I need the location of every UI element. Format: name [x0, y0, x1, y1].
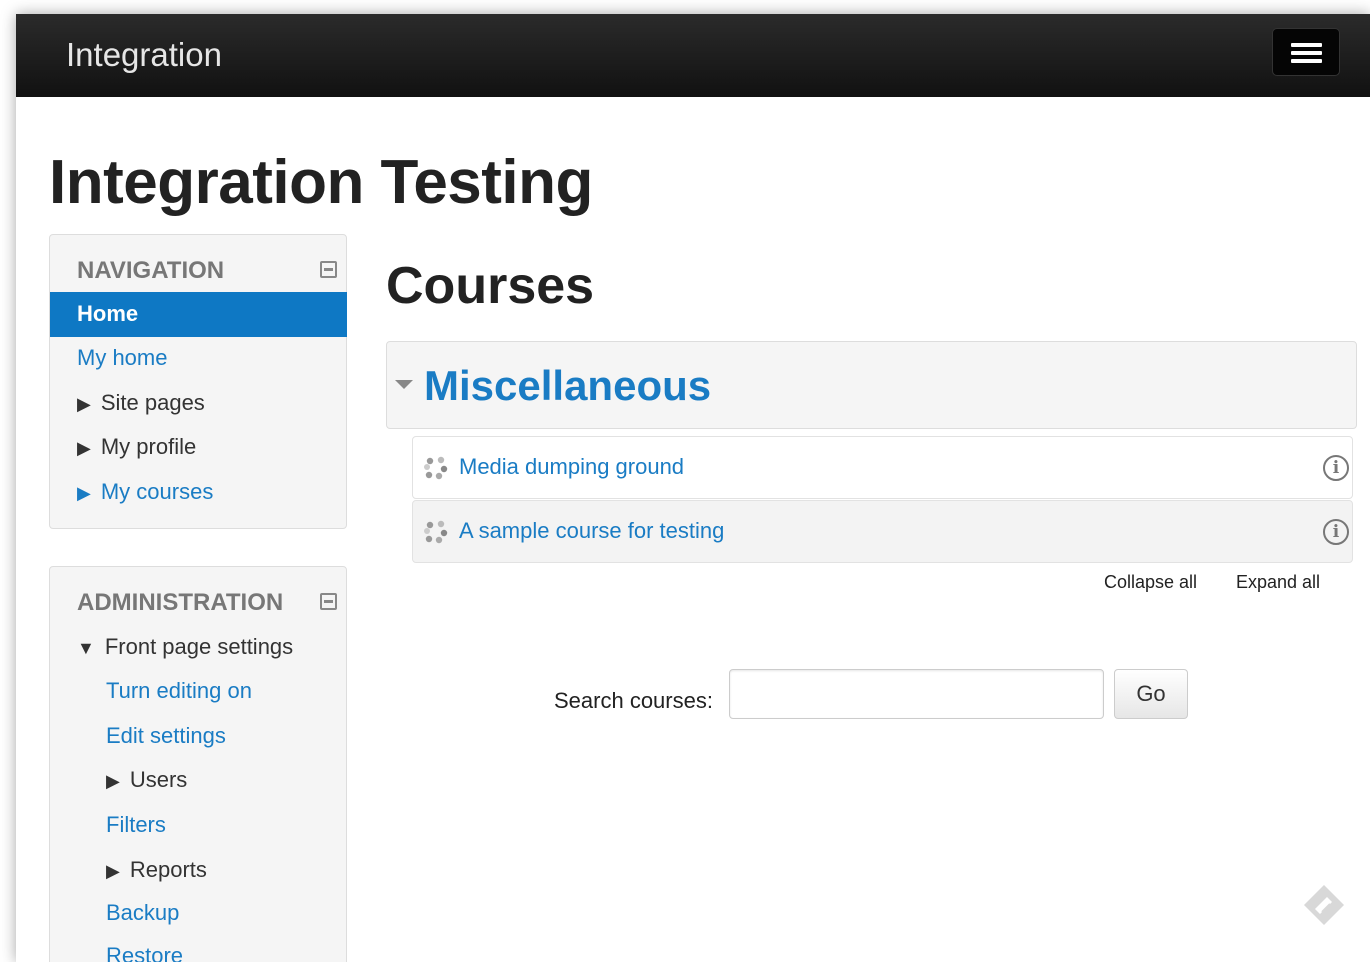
admin-item-label[interactable]: Backup	[106, 900, 179, 925]
info-icon[interactable]: i	[1323, 519, 1349, 545]
admin-item-backup[interactable]: Backup	[106, 900, 179, 926]
nav-item-my-courses[interactable]: ▶ My courses	[77, 479, 213, 505]
course-row: Media dumping ground i	[412, 436, 1353, 499]
expand-triangle-icon: ▶	[77, 483, 91, 503]
nav-item-my-home-label[interactable]: My home	[77, 345, 167, 370]
expand-triangle-icon: ▶	[106, 861, 120, 881]
courses-heading: Courses	[386, 257, 595, 315]
info-icon[interactable]: i	[1323, 455, 1349, 481]
navigation-title: NAVIGATION	[77, 257, 225, 284]
hamburger-menu-icon[interactable]	[1272, 28, 1340, 76]
admin-item-label[interactable]: Filters	[106, 812, 166, 837]
admin-item-label[interactable]: Turn editing on	[106, 678, 252, 703]
course-expand-icon[interactable]	[423, 455, 449, 481]
site-brand[interactable]: Integration	[66, 36, 222, 74]
admin-item-label[interactable]: Restore	[106, 943, 183, 962]
admin-item-front-page-settings[interactable]: ▼ Front page settings	[77, 634, 293, 660]
admin-item-filters[interactable]: Filters	[106, 812, 166, 838]
expand-triangle-icon: ▶	[106, 771, 120, 791]
admin-item-reports[interactable]: ▶ Reports	[106, 857, 207, 883]
page-title: Integration Testing	[49, 148, 593, 217]
admin-item-label: Users	[129, 767, 188, 792]
nav-item-site-pages[interactable]: ▶ Site pages	[77, 390, 205, 416]
admin-item-label: Reports	[129, 857, 207, 882]
nav-item-label: My profile	[100, 434, 197, 459]
search-courses-label: Search courses:	[554, 688, 713, 713]
admin-item-label[interactable]: Edit settings	[106, 723, 226, 748]
nav-item-my-profile[interactable]: ▶ My profile	[77, 434, 196, 460]
administration-block: ADMINISTRATION ▼ Front page settings Turn…	[49, 566, 347, 962]
nav-item-label[interactable]: My courses	[101, 479, 213, 504]
administration-title: ADMINISTRATION	[77, 589, 284, 616]
top-navbar: Integration	[16, 14, 1370, 97]
admin-item-restore[interactable]: Restore	[106, 943, 183, 962]
go-button[interactable]: Go	[1114, 669, 1188, 719]
browser-frame: Integration Integration Testing NAVIGATI…	[16, 14, 1370, 962]
course-expand-icon[interactable]	[423, 519, 449, 545]
collapse-all-link[interactable]: Collapse all	[1104, 572, 1197, 593]
docs-icon[interactable]	[1301, 882, 1347, 928]
expand-triangle-icon: ▶	[77, 438, 91, 458]
admin-item-edit-settings[interactable]: Edit settings	[106, 723, 226, 749]
category-name[interactable]: Miscellaneous	[424, 362, 711, 410]
expand-all-link[interactable]: Expand all	[1236, 572, 1320, 593]
expand-triangle-icon: ▶	[77, 394, 91, 414]
course-link[interactable]: A sample course for testing	[459, 518, 724, 544]
navigation-block: NAVIGATION Home My home ▶ Site pages ▶ My …	[49, 234, 347, 529]
caret-down-icon[interactable]	[395, 380, 413, 389]
admin-item-turn-editing-on[interactable]: Turn editing on	[106, 678, 252, 704]
nav-item-my-home[interactable]: My home	[77, 345, 167, 371]
nav-item-label: Site pages	[100, 390, 205, 415]
category-header[interactable]: Miscellaneous	[386, 341, 1357, 429]
collapse-triangle-icon: ▼	[77, 638, 95, 658]
collapse-administration-icon[interactable]	[320, 593, 337, 610]
collapse-navigation-icon[interactable]	[320, 261, 337, 278]
course-link[interactable]: Media dumping ground	[459, 454, 684, 480]
search-courses-input[interactable]	[729, 669, 1104, 719]
admin-item-label: Front page settings	[104, 634, 294, 659]
course-row: A sample course for testing i	[412, 500, 1353, 563]
nav-item-home[interactable]: Home	[50, 292, 347, 337]
admin-item-users[interactable]: ▶ Users	[106, 767, 187, 793]
